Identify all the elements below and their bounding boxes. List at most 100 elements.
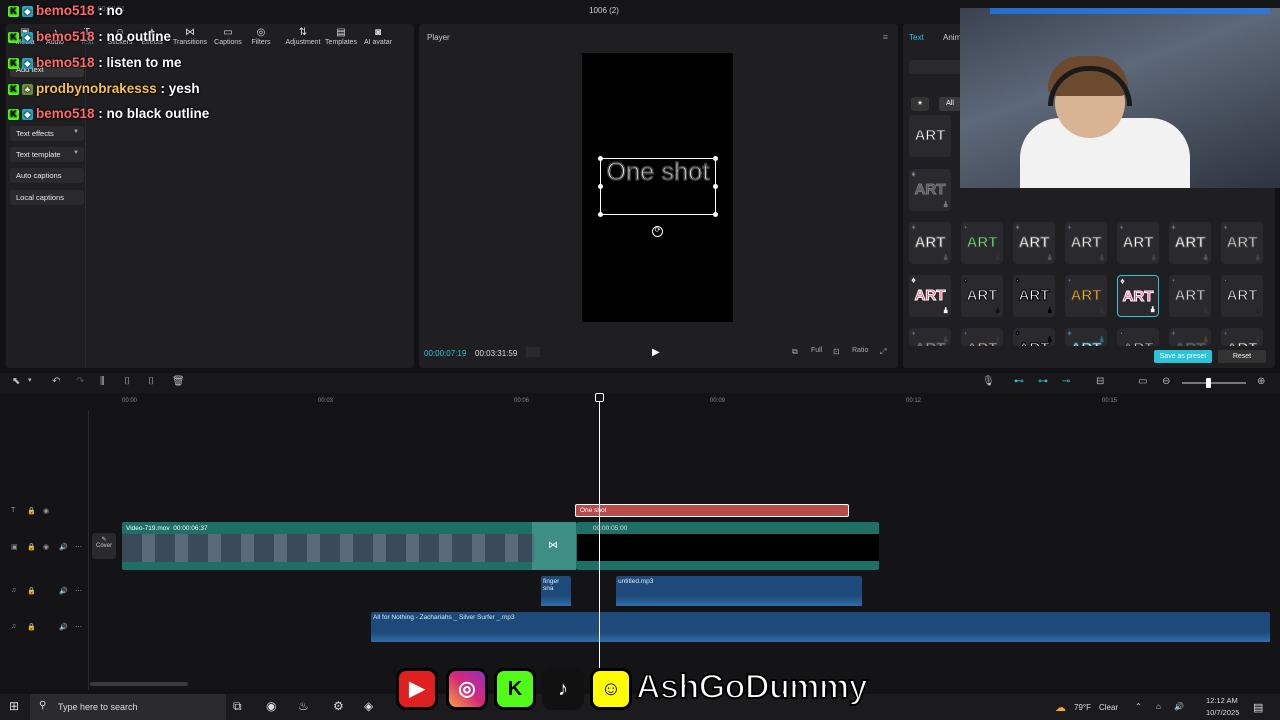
- chevron-down-icon[interactable]: ▾: [28, 376, 32, 384]
- resize-handle[interactable]: [713, 212, 718, 217]
- resize-handle[interactable]: [598, 156, 603, 161]
- text-preset-tile[interactable]: ART ♦ ⤓: [1013, 275, 1055, 317]
- tab-animation[interactable]: Anim: [943, 33, 961, 42]
- playhead-handle[interactable]: [595, 393, 604, 402]
- black-clip[interactable]: 00:00:05:00: [577, 522, 879, 570]
- horizontal-scrollbar[interactable]: [90, 682, 188, 686]
- sidebar-item-auto-captions[interactable]: Auto captions: [10, 168, 84, 183]
- delete-icon[interactable]: 🗑: [172, 376, 185, 387]
- tab-ai-avatar[interactable]: ◙ AI avatar: [358, 27, 398, 46]
- text-preset-tile[interactable]: ART ♦ ⤓: [1221, 275, 1263, 317]
- text-preset-tile[interactable]: ART ♦ ⤓: [1013, 222, 1055, 264]
- resize-handle[interactable]: [598, 212, 603, 217]
- audio-clip[interactable]: untitled.mp3: [616, 576, 862, 606]
- text-preset-tile[interactable]: ART ♦ ⤓: [1117, 328, 1159, 346]
- text-preset-tile[interactable]: ART: [909, 115, 951, 157]
- transition-icon[interactable]: ⋈: [548, 540, 558, 551]
- text-preset-tile[interactable]: ART ♦ ⤓: [1117, 222, 1159, 264]
- download-icon[interactable]: ⤓: [1151, 307, 1155, 314]
- download-icon[interactable]: ⤓: [944, 308, 948, 315]
- download-icon[interactable]: ⤓: [996, 255, 1000, 262]
- play-icon[interactable]: ▶: [652, 347, 660, 358]
- tab-adjustment[interactable]: ⇅ Adjustment: [280, 27, 326, 46]
- full-button[interactable]: Full: [811, 347, 822, 354]
- filter-all[interactable]: All: [939, 97, 961, 111]
- text-preset-tile[interactable]: ART ♦ ⤓: [1221, 328, 1263, 346]
- volume-icon[interactable]: 🔊: [59, 623, 68, 631]
- text-preset-tile[interactable]: ART ♦ ⤓: [961, 328, 1003, 346]
- sidebar-item-local-captions[interactable]: Local captions: [10, 190, 84, 205]
- text-preset-tile[interactable]: ART ♦ ⤓: [909, 275, 951, 317]
- audio-clip[interactable]: All for Nothing - Zachariahs _ Silver Su…: [371, 612, 1270, 642]
- save-as-preset-button[interactable]: Save as preset: [1154, 350, 1212, 363]
- playhead[interactable]: [595, 393, 604, 669]
- download-icon[interactable]: ⤓: [944, 202, 948, 209]
- caption-icon[interactable]: ▭: [1138, 376, 1147, 387]
- text-preset-tile[interactable]: ART ♦ ⤓: [961, 275, 1003, 317]
- text-preset-tile[interactable]: ART ♦ ⤓: [1065, 328, 1107, 346]
- download-icon[interactable]: ⤓: [1100, 255, 1104, 262]
- download-icon[interactable]: ⤓: [1100, 337, 1104, 344]
- text-preset-tile[interactable]: ART ♦ ⤓: [1065, 275, 1107, 317]
- eye-icon[interactable]: ◉: [43, 543, 49, 551]
- app-icon[interactable]: ◉: [266, 699, 276, 713]
- linkage-icon[interactable]: ⊸: [1062, 376, 1070, 387]
- download-icon[interactable]: ⤓: [1048, 255, 1052, 262]
- download-icon[interactable]: ⤓: [1204, 337, 1208, 344]
- text-preset-tile[interactable]: ART ♦ ⤓: [1169, 275, 1211, 317]
- select-tool-icon[interactable]: ⬉: [12, 376, 20, 387]
- ratio-button[interactable]: Ratio: [852, 347, 868, 354]
- sidebar-item-text-template[interactable]: Text template ▼: [10, 147, 84, 162]
- more-icon[interactable]: ⋯: [75, 587, 82, 595]
- notification-icon[interactable]: ▤: [1253, 701, 1263, 714]
- volume-icon[interactable]: 🔊: [1174, 702, 1184, 711]
- network-icon[interactable]: ⌂: [1156, 702, 1161, 711]
- text-preset-tile[interactable]: ART ♦ ⤓: [909, 328, 951, 346]
- download-icon[interactable]: ⤓: [1048, 308, 1052, 315]
- text-selection-box[interactable]: [598, 156, 718, 217]
- text-preset-tile[interactable]: ART ♦ ⤓: [909, 169, 951, 211]
- cover-button[interactable]: ✎ Cover: [92, 533, 116, 559]
- browser-icon[interactable]: ◈: [364, 699, 373, 713]
- split-left-icon[interactable]: ⌷: [124, 376, 130, 387]
- lock-icon[interactable]: 🔒: [27, 587, 36, 595]
- volume-icon[interactable]: 🔊: [59, 587, 68, 595]
- zoom-in-icon[interactable]: ⊕: [1257, 376, 1265, 387]
- steam-icon[interactable]: ♨: [298, 699, 309, 713]
- split-right-icon[interactable]: ⌷: [148, 376, 154, 387]
- download-icon[interactable]: ⤓: [1152, 255, 1156, 262]
- screenshot-icon[interactable]: ⊡: [833, 347, 840, 356]
- text-preset-tile[interactable]: ART ♦ ⤓: [909, 222, 951, 264]
- chevron-up-icon[interactable]: ⌃: [1135, 702, 1142, 711]
- crop-icon[interactable]: ⧉: [792, 347, 798, 357]
- more-icon[interactable]: ⋯: [75, 623, 82, 631]
- download-icon[interactable]: ⤓: [1204, 308, 1208, 315]
- lock-icon[interactable]: 🔒: [27, 543, 36, 551]
- download-icon[interactable]: ⤓: [944, 337, 948, 344]
- download-icon[interactable]: ⤓: [1048, 337, 1052, 344]
- zoom-slider[interactable]: [1182, 382, 1246, 384]
- preset-search[interactable]: [909, 60, 963, 74]
- main-track-magnet-icon[interactable]: ⊷: [1014, 376, 1024, 387]
- redo-icon[interactable]: ↷: [76, 376, 84, 387]
- download-icon[interactable]: ⤓: [996, 337, 1000, 344]
- windows-start-icon[interactable]: ⊞: [9, 699, 19, 713]
- fullscreen-icon[interactable]: ⤢: [880, 347, 886, 357]
- tab-templates[interactable]: ▤ Templates: [321, 27, 361, 46]
- preview-axis-icon[interactable]: ⊟: [1096, 376, 1104, 387]
- lock-icon[interactable]: 🔒: [27, 507, 36, 515]
- download-icon[interactable]: ⤓: [1256, 308, 1260, 315]
- resize-handle[interactable]: [713, 156, 718, 161]
- auto-snap-icon[interactable]: ⊶: [1038, 376, 1048, 387]
- download-icon[interactable]: ⤓: [1256, 255, 1260, 262]
- settings-icon[interactable]: ⚙: [333, 699, 344, 713]
- text-preset-tile[interactable]: ART ♦ ⤓: [961, 222, 1003, 264]
- taskbar-search[interactable]: ⚲ Type here to search: [30, 694, 226, 720]
- resize-handle[interactable]: [598, 184, 603, 189]
- download-icon[interactable]: ⤓: [944, 255, 948, 262]
- favorite-icon[interactable]: ★: [911, 97, 929, 111]
- audio-clip[interactable]: finger sna: [541, 576, 571, 606]
- split-icon[interactable]: ⫼: [100, 376, 105, 387]
- zoom-slider-thumb[interactable]: [1206, 378, 1211, 388]
- download-icon[interactable]: ⤓: [996, 308, 1000, 315]
